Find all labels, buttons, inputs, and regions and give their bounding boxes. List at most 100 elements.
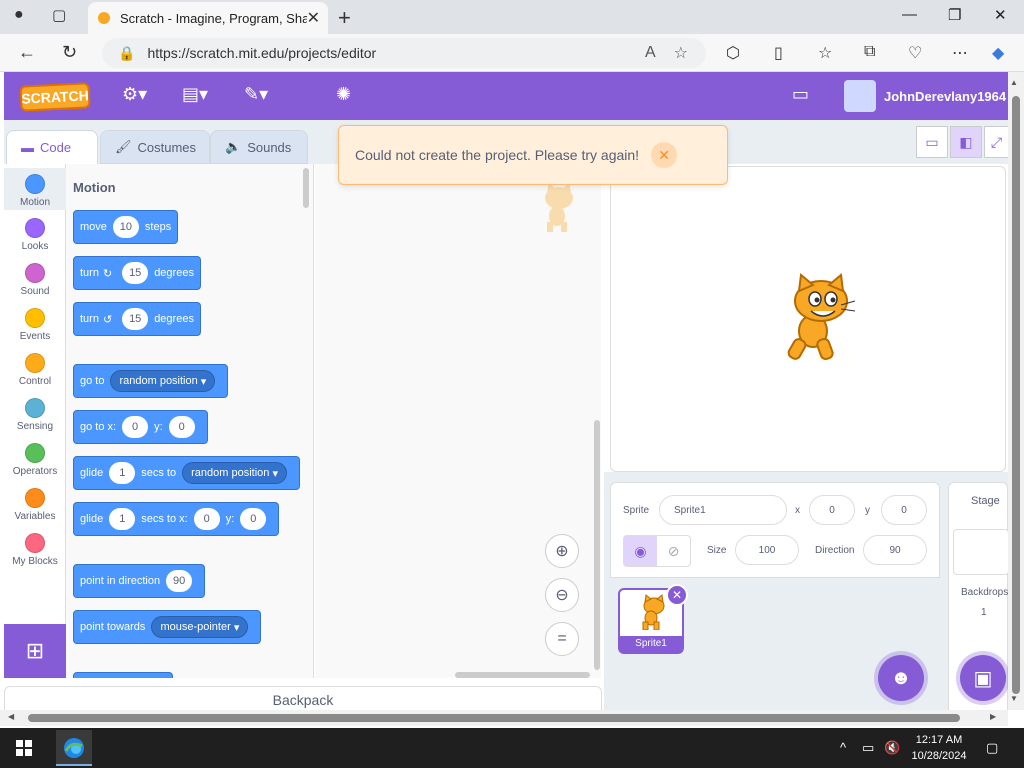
block-point-towards[interactable]: point towards mouse-pointer ▾ <box>73 610 262 644</box>
windows-start-icon[interactable] <box>16 740 32 756</box>
tutorials-lightbulb-icon[interactable]: ✺ <box>336 84 351 105</box>
block-input[interactable]: 15 <box>122 308 149 330</box>
category-motion[interactable]: Motion <box>4 168 66 210</box>
block-move-steps[interactable]: move 10 steps <box>73 210 179 244</box>
delete-sprite-button[interactable]: ✕ <box>666 584 688 606</box>
edit-menu-icon[interactable]: ✎▾ <box>244 84 268 105</box>
size-field[interactable]: 100 <box>735 535 799 565</box>
scroll-down-icon[interactable]: ▼ <box>1010 694 1018 703</box>
category-control[interactable]: Control <box>4 353 66 387</box>
block-input[interactable]: 0 <box>168 416 195 438</box>
minimize-icon[interactable]: — <box>902 6 917 23</box>
page-vertical-scroll-thumb[interactable] <box>1012 96 1020 694</box>
hide-sprite-button[interactable]: ⊘ <box>657 536 690 566</box>
block-input[interactable]: 1 <box>109 462 136 484</box>
back-icon[interactable]: ← <box>18 42 36 63</box>
scratch-logo[interactable]: SCRATCH <box>19 82 91 112</box>
copilot-icon[interactable]: ◆ <box>992 43 1004 63</box>
tab-code[interactable]: ▬ Code <box>6 130 98 164</box>
add-backdrop-button[interactable]: ▣ <box>960 655 1006 701</box>
scroll-right-icon[interactable]: ▶ <box>990 712 996 721</box>
show-hidden-icons-icon[interactable]: ^ <box>840 740 846 755</box>
settings-gear-icon[interactable]: ⚙▾ <box>122 84 147 105</box>
volume-muted-icon[interactable]: 🔇 <box>884 740 900 756</box>
new-tab-icon[interactable]: + <box>338 5 351 31</box>
block-input[interactable]: 15 <box>122 262 149 284</box>
url-field[interactable]: 🔒 https://scratch.mit.edu/projects/edito… <box>102 38 706 68</box>
collections-icon[interactable]: ⧉ <box>864 43 875 61</box>
block-partial[interactable] <box>73 672 173 678</box>
block-glide-xy[interactable]: glide 1 secs to x: 0 y: 0 <box>73 502 280 536</box>
y-field[interactable]: 0 <box>881 495 927 525</box>
extensions-icon[interactable]: ⬡ <box>726 43 740 63</box>
rotate-left-icon: ↺ <box>102 313 113 326</box>
block-turn-left[interactable]: turn ↺ 15 degrees <box>73 302 201 336</box>
category-looks[interactable]: Looks <box>4 218 66 252</box>
sprite-name-field[interactable]: Sprite1 <box>659 495 787 525</box>
category-my-blocks[interactable]: My Blocks <box>4 533 66 567</box>
normal-stage-button[interactable]: ◧ <box>950 126 982 158</box>
user-account[interactable]: JohnDerevlany1964 <box>844 80 1006 112</box>
block-turn-right[interactable]: turn ↻ 15 degrees <box>73 256 201 290</box>
category-events[interactable]: Events <box>4 308 66 342</box>
palette-scrollbar[interactable] <box>303 168 309 208</box>
block-dropdown[interactable]: random position ▾ <box>182 462 287 484</box>
block-input[interactable]: 0 <box>193 508 220 530</box>
favorites-icon[interactable]: ☆ <box>818 43 832 63</box>
category-sound[interactable]: Sound <box>4 263 66 297</box>
zoom-reset-button[interactable]: = <box>545 622 579 656</box>
profile-icon[interactable]: ● <box>14 6 24 24</box>
workspace-horizontal-scrollbar[interactable] <box>455 672 590 678</box>
block-input[interactable]: 0 <box>122 416 149 438</box>
more-options-icon[interactable]: ⋯ <box>952 43 968 63</box>
zoom-in-button[interactable]: ⊕ <box>545 534 579 568</box>
block-dropdown[interactable]: mouse-pointer ▾ <box>151 616 249 638</box>
zoom-out-button[interactable]: ⊖ <box>545 578 579 612</box>
block-glide[interactable]: glide 1 secs to random position ▾ <box>73 456 300 490</box>
close-tab-icon[interactable]: ✕ <box>307 8 320 28</box>
page-horizontal-scroll-thumb[interactable] <box>28 714 960 722</box>
add-extension-button[interactable]: ⊞ <box>4 624 66 678</box>
refresh-icon[interactable]: ↻ <box>62 42 77 63</box>
fullscreen-button[interactable]: ⤢ <box>984 126 1008 158</box>
stage-canvas[interactable] <box>610 166 1006 472</box>
edge-taskbar-button[interactable] <box>56 730 92 766</box>
block-input[interactable]: 90 <box>166 570 193 592</box>
block-go-to-xy[interactable]: go to x: 0 y: 0 <box>73 410 208 444</box>
block-go-to[interactable]: go to random position ▾ <box>73 364 229 398</box>
split-screen-icon[interactable]: ▯ <box>774 43 783 63</box>
performance-icon[interactable]: ♡ <box>908 43 922 63</box>
tab-sounds[interactable]: 🔈 Sounds <box>210 130 308 164</box>
favorite-star-icon[interactable]: ☆ <box>674 43 688 63</box>
small-stage-button[interactable]: ▭ <box>916 126 948 158</box>
notifications-icon[interactable]: ▢ <box>986 740 998 756</box>
restore-icon[interactable]: ❐ <box>948 6 961 24</box>
stage-thumbnail[interactable] <box>953 529 1009 575</box>
tab-costumes[interactable]: 🖌 Costumes <box>100 130 210 164</box>
x-field[interactable]: 0 <box>809 495 855 525</box>
backpack[interactable]: Backpack <box>4 686 602 712</box>
block-input[interactable]: 1 <box>109 508 136 530</box>
category-sensing[interactable]: Sensing <box>4 398 66 432</box>
category-variables[interactable]: Variables <box>4 488 66 522</box>
block-point-in-direction[interactable]: point in direction 90 <box>73 564 206 598</box>
browser-tab[interactable]: Scratch - Imagine, Program, Share ✕ <box>88 2 328 34</box>
block-dropdown[interactable]: random position ▾ <box>110 370 216 392</box>
workspace-vertical-scrollbar[interactable] <box>594 420 600 670</box>
alert-close-button[interactable]: ✕ <box>651 142 678 168</box>
scroll-up-icon[interactable]: ▲ <box>1010 78 1018 87</box>
tab-actions-icon[interactable]: ▢ <box>52 6 66 24</box>
block-input[interactable]: 10 <box>112 216 139 238</box>
add-sprite-button[interactable]: ☻ <box>878 655 924 701</box>
block-input[interactable]: 0 <box>240 508 267 530</box>
direction-field[interactable]: 90 <box>863 535 927 565</box>
read-aloud-icon[interactable]: A <box>645 44 656 62</box>
show-sprite-button[interactable]: ◉ <box>624 536 657 566</box>
scroll-left-icon[interactable]: ◀ <box>8 712 14 721</box>
window-close-icon[interactable]: ✕ <box>994 6 1007 24</box>
file-menu-icon[interactable]: ▤▾ <box>182 84 208 105</box>
my-stuff-folder-icon[interactable]: ▭ <box>792 84 809 105</box>
category-operators[interactable]: Operators <box>4 443 66 477</box>
taskbar-clock[interactable]: 12:17 AM 10/28/2024 <box>906 732 972 764</box>
network-icon[interactable]: ▭ <box>862 740 874 756</box>
